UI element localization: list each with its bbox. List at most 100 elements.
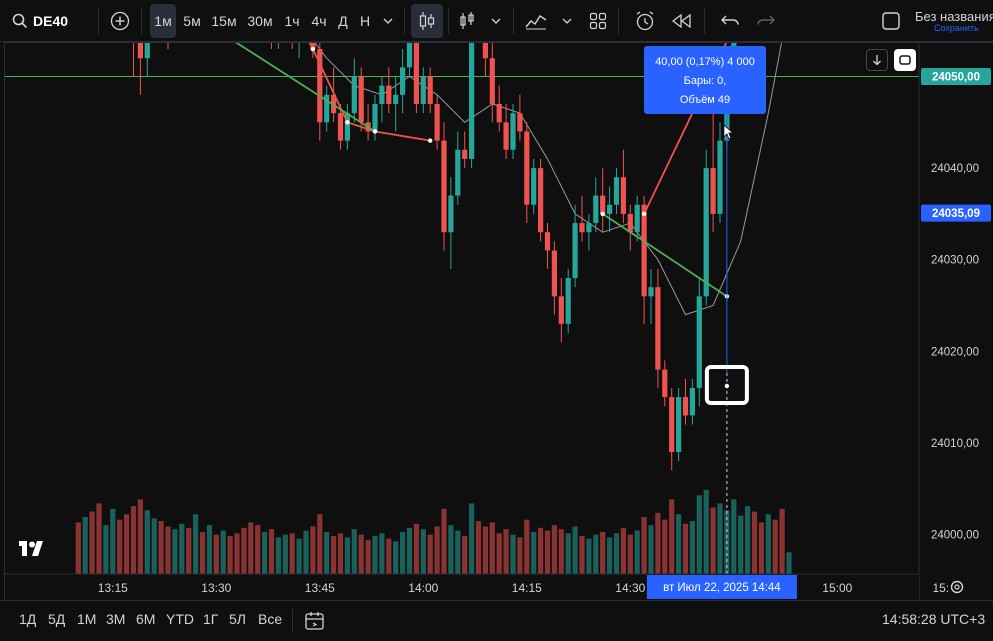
crosshair-tooltip: 40,00 (0,17%) 4 000 Бары: 0, Объём 49	[644, 46, 766, 114]
volume-bar	[551, 525, 557, 574]
add-symbol-icon[interactable]	[106, 4, 134, 38]
volume-bar	[179, 523, 185, 574]
volume-bar	[758, 522, 764, 574]
symbol-name[interactable]: DE40	[33, 4, 93, 38]
volume-bar	[317, 514, 323, 574]
chart-pane[interactable]: 24080,0024070,0024060,0024050,0024040,00…	[4, 42, 993, 600]
volume-bar	[103, 525, 109, 574]
undo-icon[interactable]	[716, 4, 744, 38]
candle	[689, 378, 695, 425]
interval-1h[interactable]: 1ч	[280, 4, 304, 38]
x-tick-label: 15:	[932, 581, 949, 595]
interval-1m[interactable]: 1м	[150, 4, 176, 38]
volume-bar	[96, 503, 102, 574]
interval-5m[interactable]: 5м	[180, 4, 204, 38]
calendar-range-icon[interactable]	[304, 610, 326, 637]
reset-chart-button[interactable]	[894, 49, 916, 71]
redo-icon[interactable]	[752, 4, 780, 38]
layout-checkbox-icon[interactable]	[876, 4, 906, 38]
range-5y[interactable]: 5Л	[229, 611, 246, 627]
volume-bar	[296, 538, 302, 574]
volume-bar	[738, 515, 744, 574]
volume-bar	[620, 527, 626, 574]
volume-bar	[607, 537, 613, 574]
divider	[618, 8, 619, 34]
interval-15m[interactable]: 15м	[209, 4, 239, 38]
layout-name[interactable]: Без названия	[915, 9, 993, 24]
candle	[669, 387, 675, 471]
candle	[696, 278, 702, 407]
candle-body	[496, 103, 502, 123]
range-1m[interactable]: 1М	[77, 611, 96, 627]
candle-body	[682, 397, 689, 416]
volume-bar	[372, 536, 378, 574]
range-3m[interactable]: 3М	[106, 611, 125, 627]
volume-bar	[434, 526, 440, 574]
volume-bar	[186, 527, 192, 574]
scroll-to-latest-button[interactable]	[866, 49, 888, 71]
search-icon[interactable]	[8, 4, 32, 38]
candle	[586, 213, 592, 251]
volume-bar	[262, 531, 268, 574]
interval-day[interactable]: Д	[333, 4, 353, 38]
chevron-down-icon[interactable]	[557, 4, 577, 38]
candle	[572, 204, 578, 288]
interval-30m[interactable]: 30м	[244, 4, 276, 38]
replay-icon[interactable]	[668, 4, 696, 38]
volume-bar	[89, 511, 95, 574]
volume-bar	[751, 511, 758, 574]
x-tick-label: 13:45	[305, 581, 335, 595]
range-1d[interactable]: 1Д	[19, 611, 36, 627]
candle-body	[137, 43, 143, 59]
chart-canvas[interactable]: 24080,0024070,0024060,0024050,0024040,00…	[5, 43, 993, 600]
volume-bar	[413, 523, 419, 574]
top-toolbar: DE40 1м 5м 15м 30м 1ч 4ч Д Н Без названи…	[0, 0, 993, 42]
volume-bar	[531, 531, 537, 574]
range-ytd[interactable]: YTD	[166, 611, 194, 627]
volume-bar	[593, 534, 599, 574]
indicators-icon[interactable]	[522, 4, 550, 38]
candle-body	[544, 232, 551, 251]
y-tick-label: 24020,00	[931, 346, 979, 358]
templates-icon[interactable]	[586, 4, 610, 38]
candle-body	[406, 43, 413, 68]
candle	[662, 360, 668, 407]
candle	[441, 122, 447, 251]
y-tick-label: 24010,00	[931, 438, 979, 450]
volume-bar	[765, 514, 771, 574]
divider	[404, 8, 405, 34]
range-all[interactable]: Все	[258, 611, 282, 627]
candle-body	[144, 43, 150, 59]
candle-body	[351, 76, 357, 114]
candle-body	[551, 250, 557, 297]
range-6m[interactable]: 6М	[136, 611, 155, 627]
candles-icon[interactable]	[411, 4, 443, 38]
bar-style-icon[interactable]	[455, 4, 479, 38]
range-5d[interactable]: 5Д	[48, 611, 65, 627]
alert-icon[interactable]	[630, 4, 660, 38]
volume-bar	[310, 526, 316, 574]
candle-body	[710, 168, 716, 214]
bottom-toolbar: 1Д 5Д 1М 3М 6М YTD 1Г 5Л Все 14:58:28 UT…	[0, 600, 993, 641]
candle	[482, 43, 488, 77]
candle-body	[482, 43, 488, 59]
interval-week[interactable]: Н	[355, 4, 375, 38]
volume-bar	[406, 527, 413, 574]
candle	[710, 113, 716, 233]
chevron-down-icon[interactable]	[378, 4, 398, 38]
interval-4h[interactable]: 4ч	[307, 4, 331, 38]
volume-bar	[393, 541, 399, 574]
chevron-down-icon[interactable]	[486, 4, 506, 38]
tooltip-change: 40,00 (0,17%) 4 000	[655, 56, 755, 68]
candle-body	[462, 149, 468, 159]
range-1y[interactable]: 1Г	[203, 611, 218, 627]
volume-bar	[268, 529, 275, 574]
volume-bar	[234, 533, 240, 574]
volume-bar	[641, 517, 647, 574]
clock-time[interactable]: 14:58:28 UTC+3	[882, 611, 985, 627]
candle-body	[517, 113, 523, 132]
x-tick-label: 14:30	[615, 581, 645, 595]
y-tick-label: 24040,00	[931, 163, 979, 175]
save-status[interactable]: Сохранить	[934, 23, 979, 33]
candle	[565, 268, 571, 333]
